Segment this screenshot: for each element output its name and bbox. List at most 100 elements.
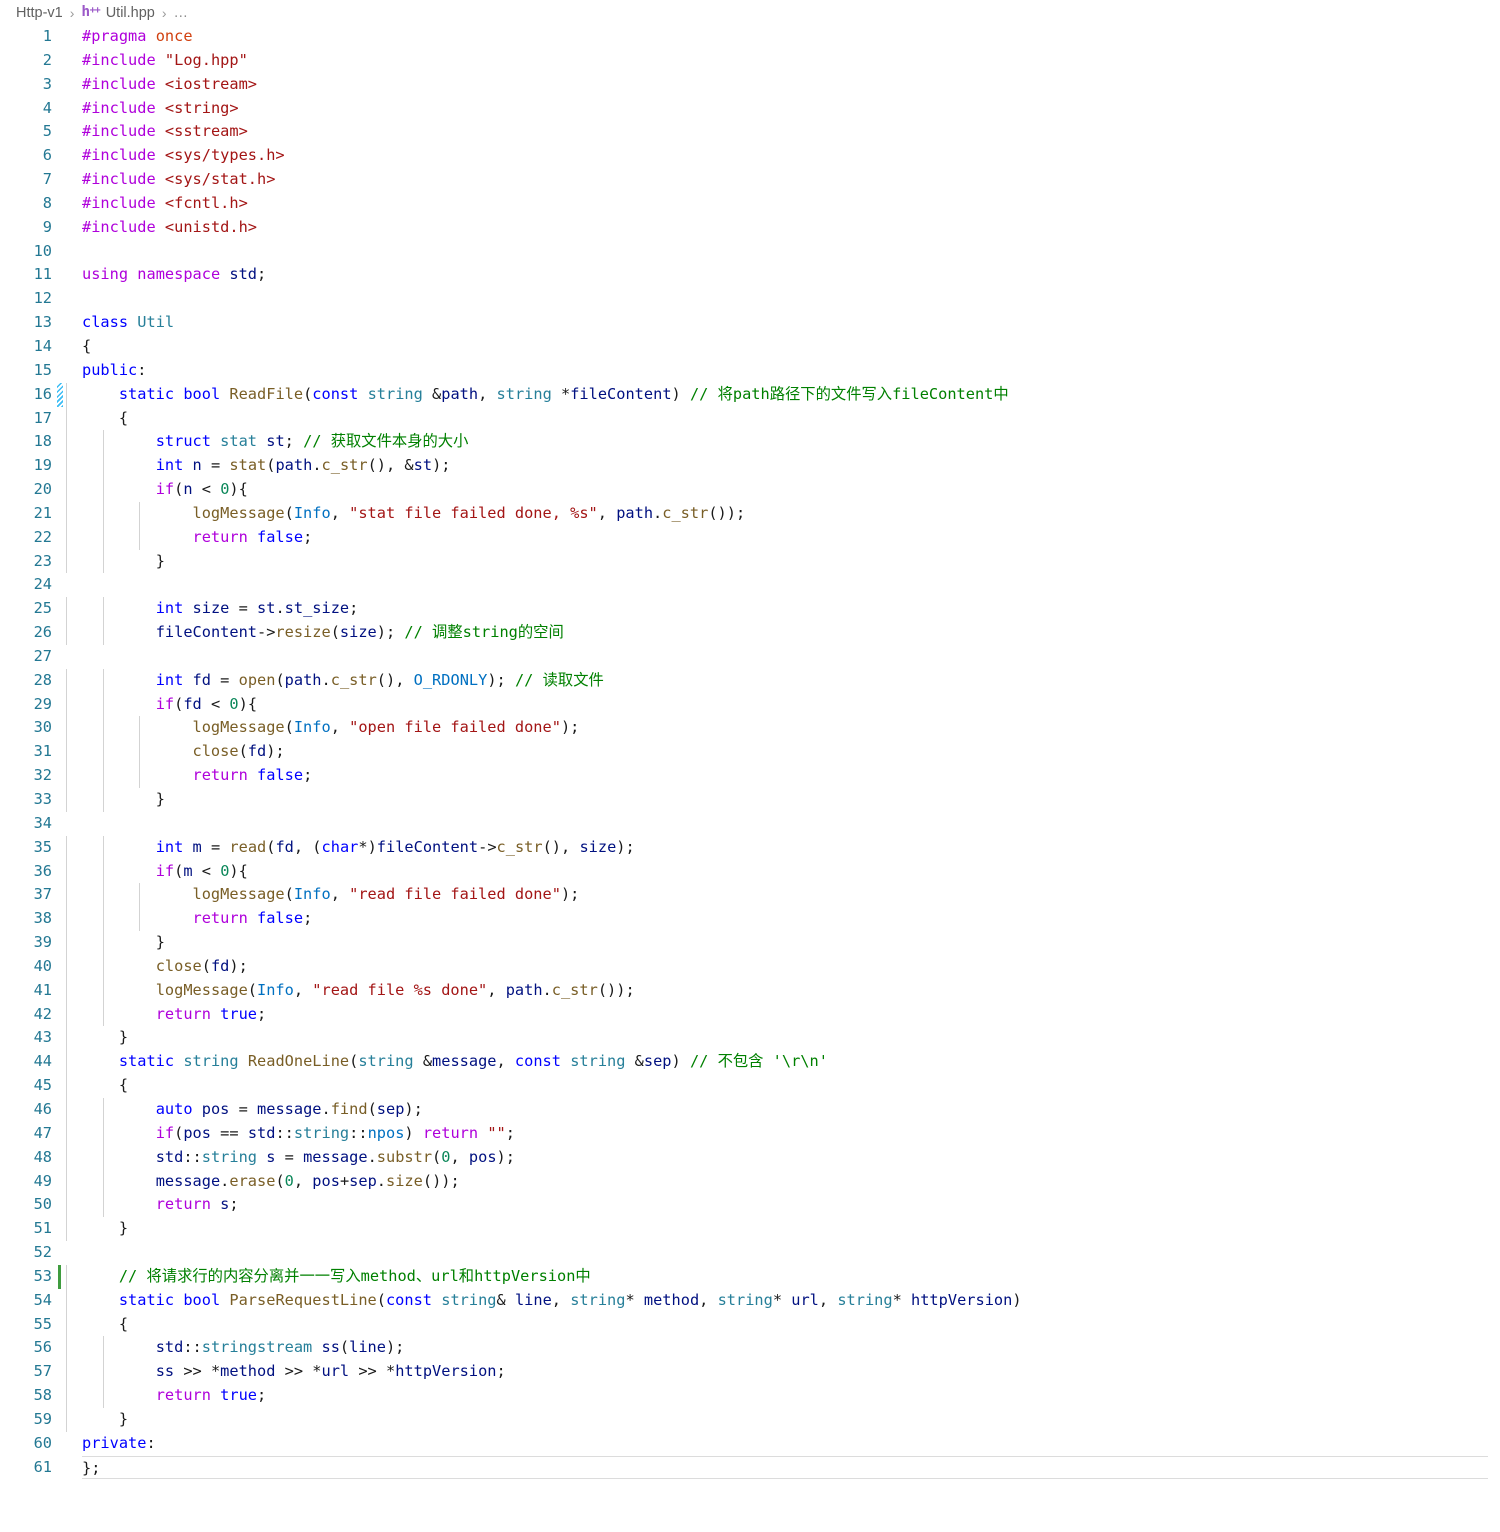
code-line-content[interactable]: #include <iostream> (66, 73, 1500, 97)
gutter-pattern-marker-icon[interactable] (55, 382, 66, 407)
code-line-content[interactable]: static string ReadOneLine(string &messag… (66, 1050, 1500, 1075)
code-line[interactable]: 39 } (0, 931, 1500, 955)
code-line[interactable]: 26 fileContent->resize(size); // 调整strin… (0, 621, 1500, 645)
code-line[interactable]: 58 return true; (0, 1384, 1500, 1408)
code-line[interactable]: 10 (0, 240, 1500, 264)
code-line-content[interactable]: } (66, 931, 1500, 955)
code-line-content[interactable]: return false; (66, 764, 1500, 788)
code-line-content[interactable]: int n = stat(path.c_str(), &st); (66, 454, 1500, 479)
code-line[interactable]: 8 #include <fcntl.h> (0, 192, 1500, 216)
code-line-content[interactable]: #pragma once (66, 25, 1500, 49)
code-line-content[interactable]: logMessage(Info, "read file failed done"… (66, 883, 1500, 908)
code-line[interactable]: 37 logMessage(Info, "read file failed do… (0, 883, 1500, 908)
breadcrumb-overflow-ellipsis[interactable]: … (174, 5, 189, 21)
code-line[interactable]: 11 using namespace std; (0, 263, 1500, 287)
code-line-content[interactable]: #include "Log.hpp" (66, 49, 1500, 73)
code-line-content[interactable]: if(n < 0){ (66, 478, 1500, 502)
code-line-content[interactable]: return true; (66, 1002, 1500, 1027)
code-line[interactable]: 12 (0, 287, 1500, 311)
code-line[interactable]: 32 return false; (0, 764, 1500, 788)
code-line[interactable]: 23 } (0, 549, 1500, 574)
code-line[interactable]: 41 logMessage(Info, "read file %s done",… (0, 978, 1500, 1003)
gutter-added-marker-icon[interactable] (55, 1264, 66, 1289)
code-line-content[interactable] (66, 1241, 1500, 1265)
code-line-content[interactable]: logMessage(Info, "stat file failed done,… (66, 501, 1500, 526)
code-line-content[interactable]: int fd = open(path.c_str(), O_RDONLY); /… (66, 668, 1500, 693)
code-line[interactable]: 27 (0, 645, 1500, 669)
code-line[interactable]: 54 static bool ParseRequestLine(const st… (0, 1288, 1500, 1313)
code-line[interactable]: 18 struct stat st; // 获取文件本身的大小 (0, 430, 1500, 455)
code-line[interactable]: 47 if(pos == std::string::npos) return "… (0, 1121, 1500, 1146)
code-line-content[interactable]: } (66, 1217, 1500, 1242)
code-line[interactable]: 6 #include <sys/types.h> (0, 144, 1500, 168)
code-line-content[interactable]: auto pos = message.find(sep); (66, 1097, 1500, 1122)
code-line[interactable]: 42 return true; (0, 1002, 1500, 1027)
code-line[interactable]: 49 message.erase(0, pos+sep.size()); (0, 1169, 1500, 1194)
code-line[interactable]: 33 } (0, 788, 1500, 812)
code-line[interactable]: 57 ss >> *method >> *url >> *httpVersion… (0, 1360, 1500, 1385)
code-line-content[interactable]: { (66, 1074, 1500, 1098)
code-line[interactable]: 25 int size = st.st_size; (0, 597, 1500, 622)
code-line-content[interactable]: ss >> *method >> *url >> *httpVersion; (66, 1360, 1500, 1385)
code-line[interactable]: 4 #include <string> (0, 97, 1500, 121)
code-line-content[interactable]: return false; (66, 525, 1500, 550)
code-line-content[interactable]: #include <string> (66, 97, 1500, 121)
code-line-content[interactable]: close(fd); (66, 954, 1500, 979)
code-line[interactable]: 31 close(fd); (0, 740, 1500, 765)
code-line[interactable]: 14 { (0, 335, 1500, 359)
code-line[interactable]: 22 return false; (0, 525, 1500, 550)
code-line-content[interactable]: if(fd < 0){ (66, 692, 1500, 717)
code-line[interactable]: 5 #include <sstream> (0, 120, 1500, 144)
code-line-content[interactable]: private: (66, 1432, 1500, 1456)
code-line-content[interactable]: public: (66, 359, 1500, 383)
code-line[interactable]: 1 #pragma once (0, 25, 1500, 49)
code-line-content[interactable]: if(pos == std::string::npos) return ""; (66, 1121, 1500, 1146)
code-line-content[interactable]: } (66, 1407, 1500, 1432)
breadcrumb-item-folder[interactable]: Http-v1 (16, 5, 63, 21)
code-line-content[interactable]: } (66, 1026, 1500, 1051)
code-line[interactable]: 28 int fd = open(path.c_str(), O_RDONLY)… (0, 668, 1500, 693)
code-line-content[interactable]: return true; (66, 1384, 1500, 1408)
code-line[interactable]: 7 #include <sys/stat.h> (0, 168, 1500, 192)
code-line[interactable]: 13 class Util (0, 311, 1500, 335)
code-line-content[interactable]: } (66, 788, 1500, 812)
code-line-content[interactable]: std::stringstream ss(line); (66, 1336, 1500, 1361)
code-line-content[interactable]: { (66, 1312, 1500, 1337)
code-line[interactable]: 40 close(fd); (0, 954, 1500, 979)
code-line-content[interactable]: { (66, 406, 1500, 431)
code-line-content[interactable] (66, 240, 1500, 264)
code-line[interactable]: 53 // 将请求行的内容分离并一一写入method、url和httpVersi… (0, 1264, 1500, 1289)
code-line[interactable]: 44 static string ReadOneLine(string &mes… (0, 1050, 1500, 1075)
code-line[interactable]: 17 { (0, 406, 1500, 431)
code-line-content[interactable]: } (66, 549, 1500, 574)
code-line[interactable]: 24 (0, 573, 1500, 597)
code-line[interactable]: 45 { (0, 1074, 1500, 1098)
code-line-content[interactable]: int size = st.st_size; (66, 597, 1500, 622)
code-line-content[interactable] (66, 645, 1500, 669)
code-line-content[interactable]: logMessage(Info, "read file %s done", pa… (66, 978, 1500, 1003)
code-line-content[interactable]: static bool ParseRequestLine(const strin… (66, 1288, 1500, 1313)
code-line[interactable]: 56 std::stringstream ss(line); (0, 1336, 1500, 1361)
code-line[interactable]: 34 (0, 812, 1500, 836)
code-line-content[interactable]: static bool ReadFile(const string &path,… (66, 382, 1500, 407)
code-line-content[interactable]: logMessage(Info, "open file failed done"… (66, 716, 1500, 741)
code-line-content[interactable]: int m = read(fd, (char*)fileContent->c_s… (66, 835, 1500, 860)
code-line[interactable]: 46 auto pos = message.find(sep); (0, 1097, 1500, 1122)
breadcrumb-item-file[interactable]: Util.hpp (106, 5, 155, 21)
code-line[interactable]: 51 } (0, 1217, 1500, 1242)
code-line-content[interactable] (66, 287, 1500, 311)
code-line[interactable]: 55 { (0, 1312, 1500, 1337)
code-line-content[interactable]: #include <sys/types.h> (66, 144, 1500, 168)
code-line[interactable]: 38 return false; (0, 907, 1500, 932)
code-line-content[interactable] (66, 812, 1500, 836)
code-line[interactable]: 16 static bool ReadFile(const string &pa… (0, 382, 1500, 407)
code-line[interactable]: 21 logMessage(Info, "stat file failed do… (0, 501, 1500, 526)
code-line-content[interactable]: return false; (66, 907, 1500, 932)
code-line-content[interactable]: std::string s = message.substr(0, pos); (66, 1145, 1500, 1170)
code-line[interactable]: 35 int m = read(fd, (char*)fileContent->… (0, 835, 1500, 860)
code-line-content[interactable]: message.erase(0, pos+sep.size()); (66, 1169, 1500, 1194)
code-line-content[interactable]: fileContent->resize(size); // 调整string的空… (66, 621, 1500, 645)
code-line[interactable]: 48 std::string s = message.substr(0, pos… (0, 1145, 1500, 1170)
code-line-content[interactable]: class Util (66, 311, 1500, 335)
code-line-content[interactable]: #include <sstream> (66, 120, 1500, 144)
